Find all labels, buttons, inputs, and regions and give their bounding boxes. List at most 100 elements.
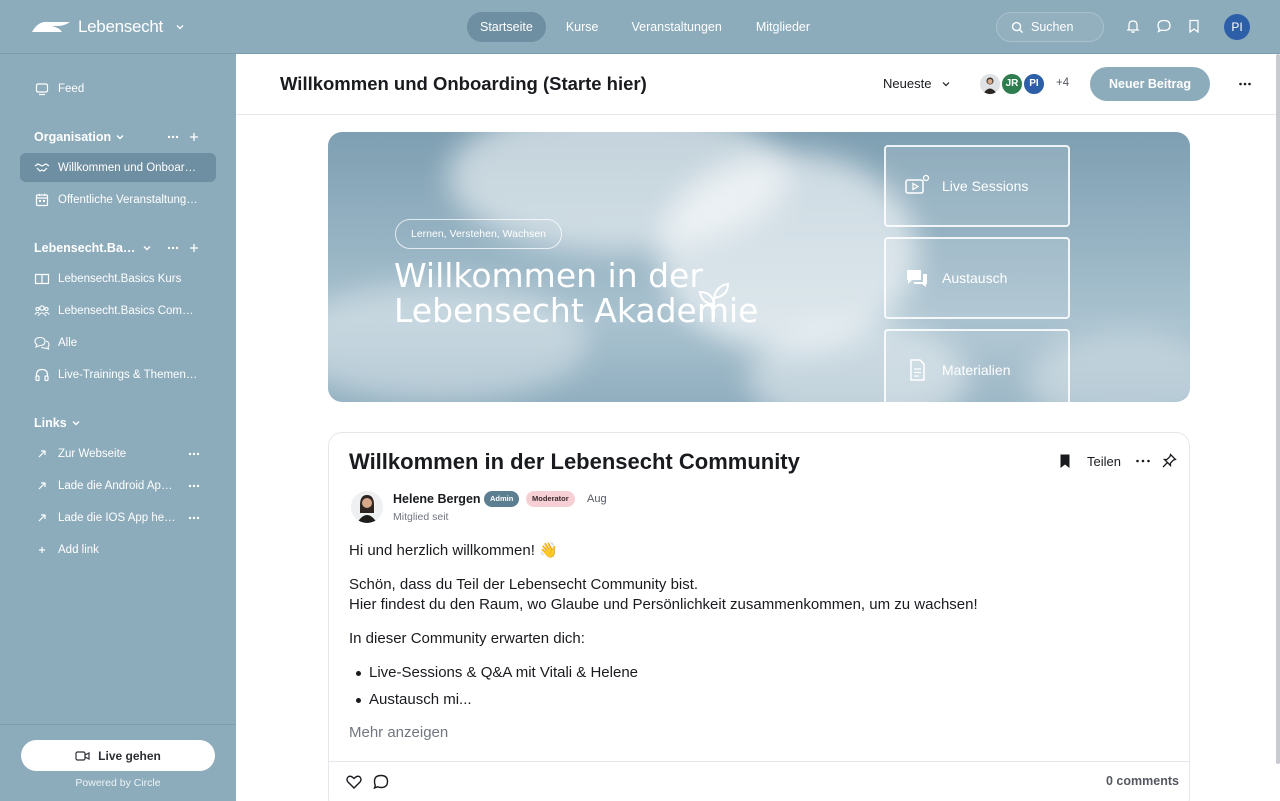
show-more-link[interactable]: Mehr anzeigen <box>349 724 448 741</box>
plus-icon[interactable] <box>187 241 201 255</box>
banner-tagline: Lernen, Verstehen, Wachsen <box>395 219 562 249</box>
people-icon <box>34 304 50 316</box>
sidebar-group-basics[interactable]: Lebensecht.Basics <box>34 241 152 255</box>
comments-count[interactable]: 0 comments <box>1106 774 1179 788</box>
post-actions: Teilen <box>1057 453 1177 469</box>
heart-icon[interactable] <box>345 773 363 791</box>
pin-icon[interactable] <box>1161 453 1177 469</box>
post-date[interactable]: Aug <box>587 493 607 505</box>
member-since: Mitglied seit <box>393 511 449 523</box>
chat-icon[interactable] <box>1156 18 1172 34</box>
chevron-down-icon <box>942 81 950 86</box>
plant-icon <box>698 282 730 318</box>
post-paragraph: In dieser Community erwarten dich: <box>349 630 585 647</box>
video-camera-icon <box>75 750 90 761</box>
nav-startseite[interactable]: Startseite <box>467 12 546 42</box>
post-greeting: Hi und herzlich willkommen! 👋 <box>349 542 558 559</box>
card-label: Austausch <box>942 270 1008 286</box>
sidebar-item-basics-kurs[interactable]: Lebensecht.Basics Kurs <box>20 264 216 293</box>
sidebar-group-organisation[interactable]: Organisation <box>34 130 125 144</box>
group-title: Links <box>34 416 67 430</box>
bullet-marker <box>356 671 361 676</box>
moderator-badge: Moderator <box>526 491 575 507</box>
bullet-marker <box>356 698 361 703</box>
plus-icon[interactable] <box>187 130 201 144</box>
live-button[interactable]: Live gehen <box>21 740 215 771</box>
avatar: JR <box>1000 72 1024 96</box>
chevron-down-icon <box>72 421 80 426</box>
group-title: Organisation <box>34 130 112 144</box>
person-photo-icon <box>351 491 383 523</box>
user-avatar[interactable]: PI <box>1224 14 1250 40</box>
banner-card-materialien: Materialien <box>884 329 1070 402</box>
live-button-label: Live gehen <box>98 748 161 763</box>
bookmark-icon[interactable] <box>1186 18 1202 34</box>
author-name[interactable]: Helene Bergen <box>393 492 481 506</box>
calendar-icon <box>35 193 49 206</box>
nav-veranstaltungen[interactable]: Veranstaltungen <box>618 12 734 42</box>
sidebar-item-label: Feed <box>58 82 85 95</box>
main-nav: Startseite Kurse Veranstaltungen Mitglie… <box>467 12 830 42</box>
divider <box>329 761 1189 762</box>
sidebar-group-links[interactable]: Links <box>34 416 81 430</box>
post-card: Willkommen in der Lebensecht Community T… <box>328 432 1190 801</box>
banner-card-austausch: Austausch <box>884 237 1070 319</box>
sidebar-item-basics-community[interactable]: Lebensecht.Basics Community <box>20 296 216 325</box>
avatar: PI <box>1022 72 1046 96</box>
sidebar-item-label: Öffentliche Veranstaltungen <box>58 193 198 206</box>
sidebar-item-label: Lade die Android App herunter <box>58 479 176 492</box>
search-input[interactable]: Suchen <box>996 12 1104 42</box>
author-avatar[interactable] <box>351 491 383 523</box>
sidebar-item-willkommen[interactable]: Willkommen und Onboarding (Starte hier) <box>20 153 216 182</box>
handshake-icon <box>34 162 50 172</box>
search-placeholder: Suchen <box>1031 20 1074 34</box>
sidebar-item-live-trainings[interactable]: Live-Trainings & Themenabende <box>20 360 216 389</box>
document-icon <box>910 359 925 381</box>
sidebar-item-label: Lebensecht.Basics Community <box>58 304 198 317</box>
sidebar-item-feed[interactable]: Feed <box>20 74 216 103</box>
share-button[interactable]: Teilen <box>1087 454 1121 469</box>
external-link-icon <box>38 513 46 521</box>
banner-card-live-sessions: Live Sessions <box>884 145 1070 227</box>
sidebar: Feed Organisation Willkommen und Onboard… <box>0 54 236 801</box>
chevron-down-icon <box>116 135 124 140</box>
post-title[interactable]: Willkommen in der Lebensecht Community <box>349 449 800 475</box>
more-options-icon[interactable] <box>1135 453 1151 469</box>
page-title: Willkommen und Onboarding (Starte hier) <box>280 73 647 94</box>
more-options-icon[interactable] <box>1238 77 1252 91</box>
new-post-button[interactable]: Neuer Beitrag <box>1090 67 1210 101</box>
sidebar-item-alle[interactable]: Alle <box>20 328 216 357</box>
member-avatars[interactable]: JR PI <box>978 72 1046 96</box>
sidebar-item-label: Willkommen und Onboarding (Starte hier) <box>58 161 198 174</box>
more-options-icon[interactable] <box>166 130 180 144</box>
sidebar-item-veranstaltungen[interactable]: Öffentliche Veranstaltungen <box>20 185 216 214</box>
more-options-icon[interactable] <box>187 479 201 493</box>
add-link-label: Add link <box>58 543 99 556</box>
video-icon <box>905 174 930 194</box>
post-paragraph: Hier findest du den Raum, wo Glaube und … <box>349 596 978 613</box>
sort-dropdown[interactable]: Neueste <box>883 76 951 91</box>
more-options-icon[interactable] <box>187 511 201 525</box>
post-paragraph: Schön, dass du Teil der Lebensecht Commu… <box>349 576 699 593</box>
more-options-icon[interactable] <box>187 447 201 461</box>
external-link-icon <box>38 481 46 489</box>
powered-by[interactable]: Powered by Circle <box>0 777 236 789</box>
chat-bubbles-icon <box>907 270 927 287</box>
nav-mitglieder[interactable]: Mitglieder <box>743 12 823 42</box>
chevron-down-icon[interactable] <box>175 22 185 32</box>
comment-icon[interactable] <box>372 773 390 791</box>
member-count[interactable]: +4 <box>1056 77 1069 89</box>
sidebar-item-label: Lade die IOS App herunter <box>58 511 176 524</box>
chat-bubbles-icon <box>34 336 50 350</box>
add-link-button[interactable]: Add link <box>20 535 216 564</box>
sort-label: Neueste <box>883 76 932 91</box>
brand-logo[interactable]: Lebensecht <box>30 17 185 37</box>
person-photo-icon <box>980 74 1000 94</box>
chevron-down-icon <box>143 246 151 251</box>
scrollbar[interactable] <box>1276 54 1280 764</box>
search-icon <box>1011 21 1024 33</box>
bell-icon[interactable] <box>1125 18 1141 34</box>
bookmark-filled-icon[interactable] <box>1057 453 1073 469</box>
more-options-icon[interactable] <box>166 241 180 255</box>
nav-kurse[interactable]: Kurse <box>553 12 612 42</box>
